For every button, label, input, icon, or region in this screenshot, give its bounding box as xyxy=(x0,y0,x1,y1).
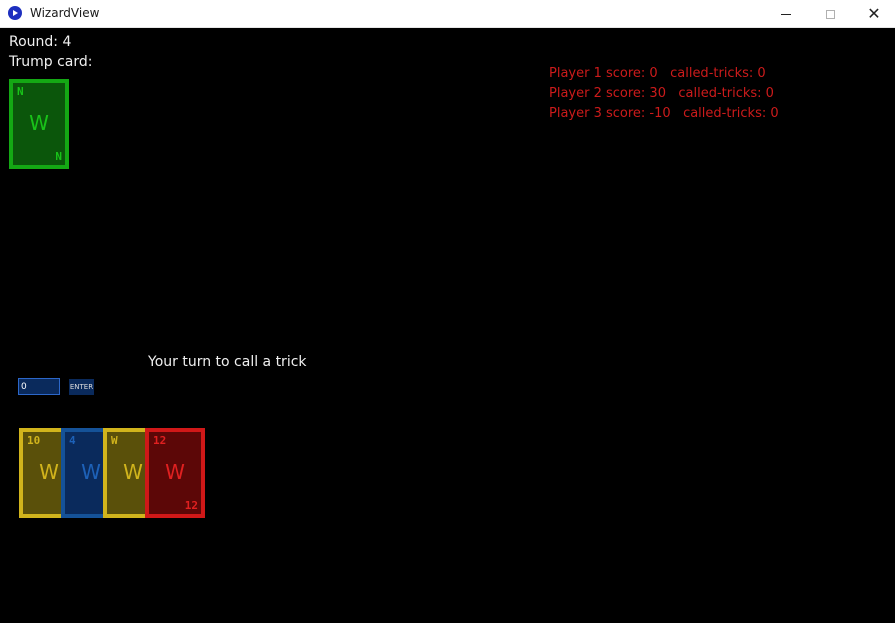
trump-card: N W N xyxy=(9,79,69,169)
scoreboard: Player 1 score: 0 called-tricks: 0 Playe… xyxy=(549,64,779,124)
trump-card-top-label: N xyxy=(17,85,24,98)
enter-button[interactable]: ENTER xyxy=(69,379,94,395)
player-1-score: Player 1 score: 0 called-tricks: 0 xyxy=(549,66,766,81)
minimize-button[interactable] xyxy=(763,0,809,28)
trump-label: Trump card: xyxy=(9,54,93,70)
minimize-icon xyxy=(781,13,791,15)
round-label: Round: 4 xyxy=(9,34,72,50)
hand-card-top-label: 4 xyxy=(69,434,76,447)
hand-card-center-label: W xyxy=(165,460,185,484)
close-button[interactable]: ✕ xyxy=(851,0,895,28)
app-window: WizardView ✕ Round: 4 Trump card: N W N … xyxy=(0,0,895,623)
hand-card-top-label: W xyxy=(111,434,118,447)
title-bar: WizardView ✕ xyxy=(0,0,895,28)
game-area: Round: 4 Trump card: N W N Player 1 scor… xyxy=(0,28,895,623)
window-title: WizardView xyxy=(30,6,100,20)
maximize-icon xyxy=(825,9,835,19)
player-2-score: Player 2 score: 30 called-tricks: 0 xyxy=(549,86,774,101)
hand-card-top-label: 12 xyxy=(153,434,167,447)
trump-card-center-label: W xyxy=(29,111,49,135)
trump-card-bottom-label: N xyxy=(55,150,62,163)
hand-card-top-label: 10 xyxy=(27,434,41,447)
app-icon xyxy=(8,6,22,20)
trick-call-input[interactable] xyxy=(18,378,60,395)
maximize-button[interactable] xyxy=(807,0,853,28)
player-3-score: Player 3 score: -10 called-tricks: 0 xyxy=(549,106,779,121)
hand-card[interactable]: 12 W 12 xyxy=(145,428,205,518)
close-icon: ✕ xyxy=(867,4,881,23)
turn-prompt: Your turn to call a trick xyxy=(148,354,307,370)
hand-card-bottom-label: 12 xyxy=(184,499,198,512)
